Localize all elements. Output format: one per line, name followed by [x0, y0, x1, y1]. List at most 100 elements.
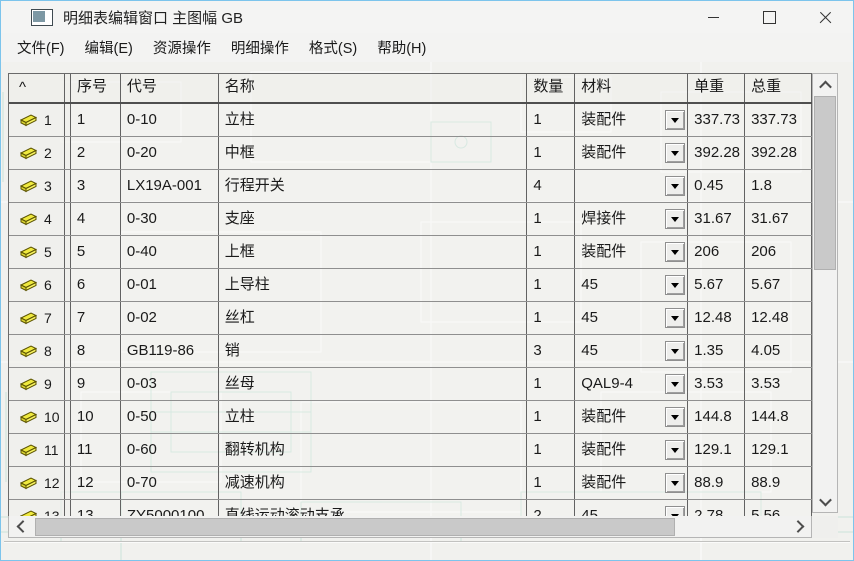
cell-qty[interactable]: 4: [527, 170, 575, 202]
material-dropdown-button[interactable]: [665, 110, 685, 130]
scroll-up-button[interactable]: [813, 74, 837, 96]
cell-unit-weight[interactable]: 392.28: [688, 137, 745, 169]
cell-seq[interactable]: 1: [71, 104, 121, 136]
cell-code[interactable]: 0-50: [121, 401, 219, 433]
cell-seq[interactable]: 10: [71, 401, 121, 433]
material-dropdown-button[interactable]: [665, 242, 685, 262]
cell-total-weight[interactable]: 337.73: [745, 104, 812, 136]
row-header[interactable]: 11: [9, 434, 65, 466]
cell-name[interactable]: 中框: [219, 137, 528, 169]
cell-qty[interactable]: 2: [527, 500, 575, 516]
cell-material[interactable]: 装配件: [575, 401, 688, 433]
cell-total-weight[interactable]: 3.53: [745, 368, 812, 400]
row-header[interactable]: 7: [9, 302, 65, 334]
row-header[interactable]: 9: [9, 368, 65, 400]
column-header-material[interactable]: 材料: [575, 74, 688, 102]
cell-seq[interactable]: 4: [71, 203, 121, 235]
material-dropdown-button[interactable]: [665, 275, 685, 295]
cell-material[interactable]: 45: [575, 302, 688, 334]
cell-name[interactable]: 丝杠: [219, 302, 528, 334]
cell-unit-weight[interactable]: 88.9: [688, 467, 745, 499]
cell-qty[interactable]: 1: [527, 302, 575, 334]
cell-qty[interactable]: 3: [527, 335, 575, 367]
column-header-unit-weight[interactable]: 单重: [688, 74, 745, 102]
cell-qty[interactable]: 1: [527, 269, 575, 301]
close-button[interactable]: [797, 1, 853, 33]
cell-unit-weight[interactable]: 5.67: [688, 269, 745, 301]
title-bar[interactable]: 明细表编辑窗口 主图幅 GB: [1, 1, 853, 33]
menu-help[interactable]: 帮助(H): [367, 33, 436, 62]
cell-seq[interactable]: 13: [71, 500, 121, 516]
cell-material[interactable]: [575, 170, 688, 202]
cell-material[interactable]: 45: [575, 335, 688, 367]
cell-name[interactable]: 翻转机构: [219, 434, 528, 466]
cell-name[interactable]: 销: [219, 335, 528, 367]
cell-total-weight[interactable]: 88.9: [745, 467, 812, 499]
cell-name[interactable]: 立柱: [219, 104, 528, 136]
vertical-scrollbar[interactable]: [812, 73, 838, 513]
cell-code[interactable]: 0-01: [121, 269, 219, 301]
cell-material[interactable]: QAL9-4: [575, 368, 688, 400]
cell-seq[interactable]: 7: [71, 302, 121, 334]
vertical-scrollbar-thumb[interactable]: [814, 96, 836, 270]
cell-code[interactable]: 0-40: [121, 236, 219, 268]
menu-resource-ops[interactable]: 资源操作: [143, 33, 221, 62]
cell-code[interactable]: 0-03: [121, 368, 219, 400]
cell-code[interactable]: 0-30: [121, 203, 219, 235]
cell-total-weight[interactable]: 144.8: [745, 401, 812, 433]
cell-material[interactable]: 装配件: [575, 467, 688, 499]
cell-code[interactable]: GB119-86: [121, 335, 219, 367]
cell-qty[interactable]: 1: [527, 203, 575, 235]
cell-seq[interactable]: 9: [71, 368, 121, 400]
column-header-seq[interactable]: 序号: [71, 74, 121, 102]
cell-seq[interactable]: 2: [71, 137, 121, 169]
scroll-left-button[interactable]: [9, 516, 33, 538]
cell-qty[interactable]: 1: [527, 368, 575, 400]
material-dropdown-button[interactable]: [665, 374, 685, 394]
row-header[interactable]: 6: [9, 269, 65, 301]
row-header[interactable]: 8: [9, 335, 65, 367]
material-dropdown-button[interactable]: [665, 407, 685, 427]
cell-unit-weight[interactable]: 129.1: [688, 434, 745, 466]
cell-unit-weight[interactable]: 144.8: [688, 401, 745, 433]
cell-name[interactable]: 上框: [219, 236, 528, 268]
cell-unit-weight[interactable]: 206: [688, 236, 745, 268]
cell-seq[interactable]: 11: [71, 434, 121, 466]
column-header-code[interactable]: 代号: [121, 74, 219, 102]
cell-name[interactable]: 立柱: [219, 401, 528, 433]
cell-qty[interactable]: 1: [527, 434, 575, 466]
row-header[interactable]: 5: [9, 236, 65, 268]
cell-code[interactable]: 0-02: [121, 302, 219, 334]
cell-name[interactable]: 减速机构: [219, 467, 528, 499]
column-header-corner[interactable]: ^: [9, 74, 65, 102]
cell-total-weight[interactable]: 206: [745, 236, 812, 268]
cell-total-weight[interactable]: 5.56: [745, 500, 812, 516]
material-dropdown-button[interactable]: [665, 143, 685, 163]
menu-detail-ops[interactable]: 明细操作: [221, 33, 299, 62]
cell-unit-weight[interactable]: 337.73: [688, 104, 745, 136]
cell-unit-weight[interactable]: 12.48: [688, 302, 745, 334]
cell-name[interactable]: 支座: [219, 203, 528, 235]
material-dropdown-button[interactable]: [665, 440, 685, 460]
cell-code[interactable]: 0-60: [121, 434, 219, 466]
material-dropdown-button[interactable]: [665, 341, 685, 361]
cell-seq[interactable]: 8: [71, 335, 121, 367]
cell-unit-weight[interactable]: 3.53: [688, 368, 745, 400]
cell-qty[interactable]: 1: [527, 401, 575, 433]
cell-material[interactable]: 焊接件: [575, 203, 688, 235]
cell-total-weight[interactable]: 1.8: [745, 170, 812, 202]
cell-total-weight[interactable]: 392.28: [745, 137, 812, 169]
maximize-button[interactable]: [741, 1, 797, 33]
scroll-down-button[interactable]: [813, 490, 837, 512]
cell-qty[interactable]: 1: [527, 236, 575, 268]
cell-material[interactable]: 45: [575, 500, 688, 516]
cell-code[interactable]: 0-20: [121, 137, 219, 169]
cell-material[interactable]: 装配件: [575, 104, 688, 136]
cell-material[interactable]: 45: [575, 269, 688, 301]
cell-unit-weight[interactable]: 2.78: [688, 500, 745, 516]
row-header[interactable]: 13: [9, 500, 65, 516]
cell-seq[interactable]: 6: [71, 269, 121, 301]
cell-name[interactable]: 直线运动滚动支承: [219, 500, 528, 516]
cell-qty[interactable]: 1: [527, 137, 575, 169]
cell-material[interactable]: 装配件: [575, 137, 688, 169]
